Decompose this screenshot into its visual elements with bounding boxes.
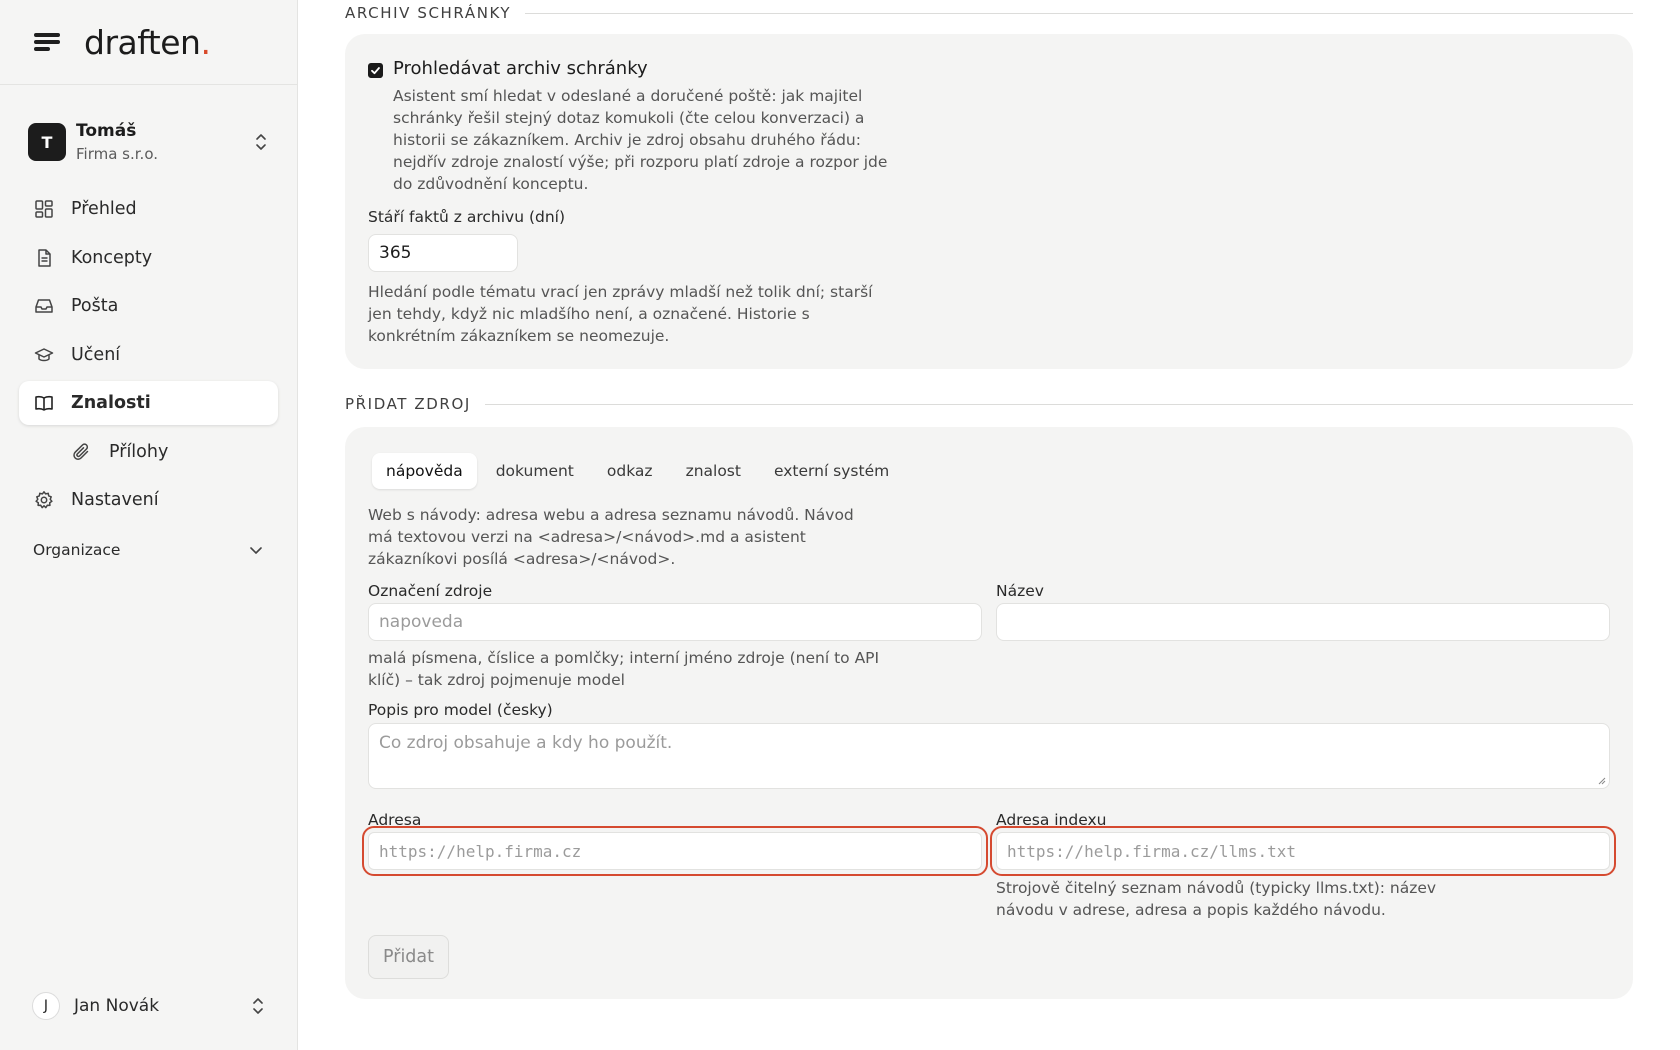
description-placeholder: Co zdroj obsahuje a kdy ho použít. xyxy=(379,733,673,753)
address-input[interactable]: https://help.firma.cz xyxy=(362,826,988,876)
index-input[interactable]: https://help.firma.cz/llms.txt xyxy=(990,826,1616,876)
source-type-tabs: nápověda dokument odkaz znalost externí … xyxy=(372,453,908,489)
index-field: Adresa indexu https://help.firma.cz/llms… xyxy=(990,811,1616,921)
divider xyxy=(525,12,1633,14)
nav-item-koncepty[interactable]: Koncepty xyxy=(19,236,278,280)
source-intro: Web s návody: adresa webu a adresa sezna… xyxy=(368,506,854,568)
tab-znalost[interactable]: znalost xyxy=(672,453,755,489)
add-source-button[interactable]: Přidat xyxy=(368,935,449,979)
user-avatar: J xyxy=(32,992,60,1020)
address-placeholder: https://help.firma.cz xyxy=(379,841,582,861)
source-name-field: Název xyxy=(996,582,1610,691)
chevron-up-down-icon xyxy=(250,996,266,1016)
brand-logo[interactable]: draften. xyxy=(84,23,211,62)
nav-item-prehled[interactable]: Přehled xyxy=(19,187,278,231)
address-field: Adresa https://help.firma.cz xyxy=(362,811,988,921)
user-name: Jan Novák xyxy=(74,996,160,1016)
tab-externi-system[interactable]: externí systém xyxy=(760,453,903,489)
source-id-label: Označení zdroje xyxy=(368,582,493,600)
organization-label: Organizace xyxy=(33,541,121,559)
nav-label: Nastavení xyxy=(71,490,159,510)
nav-label: Učení xyxy=(71,344,121,365)
source-name-input[interactable] xyxy=(996,603,1610,641)
dashboard-icon xyxy=(33,198,55,220)
tab-dokument[interactable]: dokument xyxy=(482,453,588,489)
archive-section-header: ARCHIV SCHRÁNKY xyxy=(345,0,1633,26)
section-title: PŘIDAT ZDROJ xyxy=(345,395,471,413)
nav-item-znalosti[interactable]: Znalosti xyxy=(19,381,278,425)
nav-label: Znalosti xyxy=(71,393,151,413)
nav-item-nastaveni[interactable]: Nastavení xyxy=(19,478,278,522)
archive-checkbox-description: Asistent smí hledat v odeslané a doručen… xyxy=(393,87,888,193)
index-help: Strojově čitelný seznam návodů (typicky … xyxy=(996,879,1437,919)
brand-header: draften. xyxy=(0,0,297,85)
description-textarea[interactable]: Co zdroj obsahuje a kdy ho použít. xyxy=(368,723,1610,789)
address-row: Adresa https://help.firma.cz Adresa inde… xyxy=(362,811,1616,921)
chevron-down-icon xyxy=(249,541,263,559)
section-title: ARCHIV SCHRÁNKY xyxy=(345,4,512,22)
organization-toggle[interactable]: Organizace xyxy=(0,530,297,570)
nav-item-uceni[interactable]: Učení xyxy=(19,333,278,377)
source-id-field: Označení zdroje napoveda malá písmena, č… xyxy=(368,582,982,691)
tab-napoveda[interactable]: nápověda xyxy=(372,453,477,489)
source-id-name-row: Označení zdroje napoveda malá písmena, č… xyxy=(368,582,1610,691)
submit-row: Přidat xyxy=(368,935,1610,979)
nav-label: Koncepty xyxy=(71,247,153,268)
archive-checkbox-row: Prohledávat archiv schránky Asistent smí… xyxy=(368,58,1610,195)
main-nav: Přehled Koncepty Pošta Učení Znalosti Př… xyxy=(0,187,297,522)
app-root: draften. T Tomáš Firma s.r.o. Přehled Ko… xyxy=(0,0,1680,1050)
source-name-label: Název xyxy=(996,582,1044,600)
source-id-placeholder: napoveda xyxy=(379,612,464,632)
nav-item-posta[interactable]: Pošta xyxy=(19,284,278,328)
archive-age-help: Hledání podle tématu vrací jen zprávy ml… xyxy=(368,283,873,345)
nav-label: Přehled xyxy=(71,199,137,219)
address-label: Adresa xyxy=(368,811,422,829)
menu-icon[interactable] xyxy=(34,32,60,52)
account-switcher[interactable]: T Tomáš Firma s.r.o. xyxy=(0,104,297,180)
account-avatar: T xyxy=(28,123,66,161)
source-id-help: malá písmena, číslice a pomlčky; interní… xyxy=(368,649,880,689)
divider xyxy=(484,403,1633,405)
graduation-cap-icon xyxy=(33,344,55,366)
source-id-input[interactable]: napoveda xyxy=(368,603,982,641)
chevron-up-down-icon xyxy=(253,132,269,152)
sidebar: draften. T Tomáš Firma s.r.o. Přehled Ko… xyxy=(0,0,298,1050)
user-menu[interactable]: J Jan Novák xyxy=(0,982,298,1030)
archive-age-label: Stáří faktů z archivu (dní) xyxy=(368,208,566,226)
add-source-card: nápověda dokument odkaz znalost externí … xyxy=(345,427,1633,999)
nav-label: Přílohy xyxy=(109,441,169,462)
archive-age-input[interactable]: 365 xyxy=(368,234,518,272)
nav-item-prilohy[interactable]: Přílohy xyxy=(19,430,278,474)
resize-handle-icon[interactable] xyxy=(1598,777,1606,785)
account-org: Firma s.r.o. xyxy=(76,145,159,163)
main-content: ARCHIV SCHRÁNKY Prohledávat archiv schrá… xyxy=(298,0,1680,1050)
paperclip-icon xyxy=(71,441,93,463)
archive-checkbox-label[interactable]: Prohledávat archiv schránky xyxy=(393,58,903,79)
book-icon xyxy=(33,392,55,414)
description-label: Popis pro model (česky) xyxy=(368,701,553,719)
tab-odkaz[interactable]: odkaz xyxy=(593,453,667,489)
nav-label: Pošta xyxy=(71,296,119,316)
document-icon xyxy=(33,247,55,269)
archive-search-checkbox[interactable] xyxy=(368,63,383,78)
archive-card: Prohledávat archiv schránky Asistent smí… xyxy=(345,34,1633,369)
add-source-section-header: PŘIDAT ZDROJ xyxy=(345,391,1633,417)
gear-icon xyxy=(33,489,55,511)
archive-checkbox-text: Prohledávat archiv schránky Asistent smí… xyxy=(393,58,903,195)
index-label: Adresa indexu xyxy=(996,811,1107,829)
account-name: Tomáš xyxy=(76,121,137,141)
account-info: Tomáš Firma s.r.o. xyxy=(76,121,253,163)
index-placeholder: https://help.firma.cz/llms.txt xyxy=(1007,841,1296,861)
inbox-icon xyxy=(33,295,55,317)
